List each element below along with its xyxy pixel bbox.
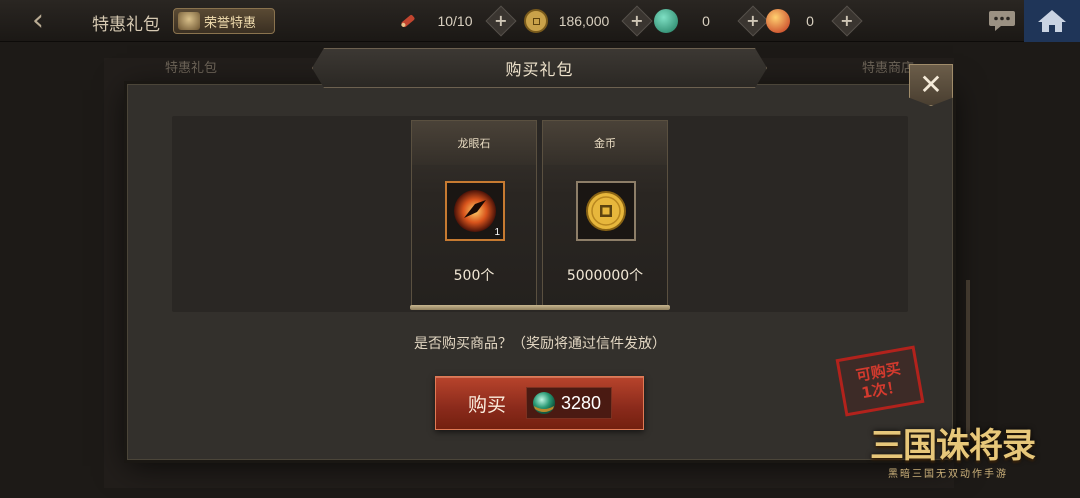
home-button[interactable] [1024, 0, 1080, 42]
jade-icon [533, 392, 555, 414]
resource-jade-value: 0 [702, 13, 710, 29]
top-bar: ‹ 特惠礼包 荣誉特惠 10/10 + 186,000 + 0 + 0 + [0, 0, 1080, 42]
chat-button[interactable] [980, 4, 1024, 38]
resource-scroll: 10/10 + [396, 5, 517, 37]
add-coin-button[interactable]: + [621, 5, 653, 37]
jade-icon [654, 9, 678, 33]
item-icon-frame [576, 181, 636, 241]
reward-item-card[interactable]: 龙眼石 1 500个 [411, 120, 537, 308]
chevron-left-icon: ‹ [32, 3, 44, 38]
game-logo-title: 三国诛将录 [870, 426, 1036, 466]
item-icon-frame: 1 [445, 181, 505, 241]
honor-emblem-icon [178, 12, 200, 30]
resource-coin-value: 186,000 [558, 13, 610, 29]
resource-jade: 0 + [654, 5, 769, 37]
items-underline [410, 305, 670, 310]
resource-coin: 186,000 + [524, 5, 653, 37]
item-amount: 500个 [453, 268, 495, 284]
resource-orb-value: 0 [806, 13, 814, 29]
home-icon [1038, 10, 1066, 32]
add-jade-button[interactable]: + [737, 5, 769, 37]
add-orb-button[interactable]: + [831, 5, 863, 37]
game-logo: 三国诛将录 黑暗三国无双动作手游 [870, 418, 1066, 488]
add-scroll-button[interactable]: + [485, 5, 517, 37]
bg-tab-shop: 特惠商店 [862, 61, 915, 76]
scroll-icon [396, 9, 420, 33]
dialog-title: 购买礼包 [505, 60, 574, 79]
bg-tab-gift-pack: 特惠礼包 [165, 61, 218, 76]
chat-bubble-icon [989, 11, 1015, 31]
orb-icon [766, 9, 790, 33]
buy-button[interactable]: 购买 3280 [435, 376, 644, 430]
item-name: 龙眼石 [412, 121, 536, 165]
purchase-confirm-text: 是否购买商品？（奖励将通过信件发放） [414, 336, 666, 352]
item-amount: 5000000个 [566, 268, 644, 284]
page-title: 特惠礼包 [92, 15, 160, 35]
price-value: 3280 [561, 392, 602, 413]
bg-scrollbar [966, 280, 970, 440]
close-icon: ✕ [919, 68, 943, 101]
buy-button-label: 购买 [468, 393, 507, 416]
dialog-header: 购买礼包 [312, 48, 767, 88]
honor-special-tab[interactable]: 荣誉特惠 [173, 8, 275, 34]
dragon-eye-stone-icon [454, 190, 496, 232]
honor-tag-label: 荣誉特惠 [204, 15, 257, 31]
close-button[interactable]: ✕ [909, 64, 953, 106]
coin-icon [524, 9, 548, 33]
game-logo-subtitle: 黑暗三国无双动作手游 [888, 469, 1008, 480]
items-area [172, 116, 908, 312]
item-count-badge: 1 [494, 227, 500, 238]
resource-orb: 0 + [766, 5, 863, 37]
gold-coin-icon [586, 191, 626, 231]
item-name: 金币 [543, 121, 667, 165]
back-button[interactable]: ‹ [22, 6, 54, 36]
reward-item-card[interactable]: 金币 5000000个 [542, 120, 668, 308]
resource-scroll-value: 10/10 [437, 13, 473, 29]
price-box: 3280 [526, 387, 612, 419]
